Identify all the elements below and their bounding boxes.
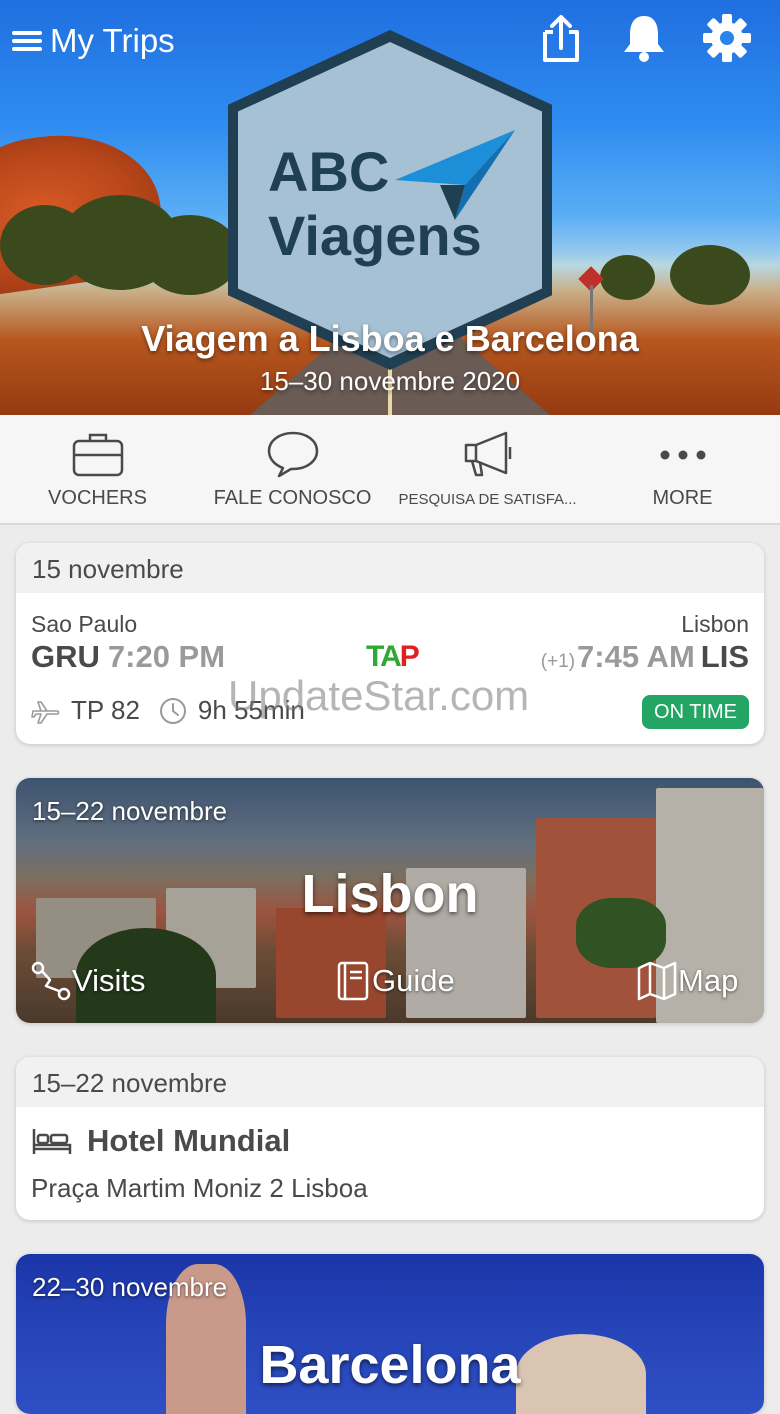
contact-button[interactable]: FALE CONOSCO: [195, 415, 390, 523]
contact-label: FALE CONOSCO: [213, 487, 372, 509]
arrival-code: LIS: [700, 639, 749, 674]
lisbon-name: Lisbon: [301, 864, 479, 924]
flight-duration: 9h 55min: [197, 695, 305, 725]
hotel-name: Hotel Mundial: [87, 1123, 291, 1158]
chat-bubble-icon: [267, 431, 318, 478]
guide-link[interactable]: Guide: [334, 960, 455, 1002]
trip-dates: 15–30 novembre 2020: [259, 366, 521, 396]
survey-button[interactable]: PESQUISA DE SATISFA...: [390, 415, 585, 523]
arrival-city: Lisbon: [681, 611, 749, 637]
action-bar: VOCHERS FALE CONOSCO PESQUISA DE SATISFA…: [0, 415, 780, 525]
status-badge: ON TIME: [642, 695, 749, 729]
airline-logo: TAP: [366, 640, 420, 674]
airline-logo-part-a: TA: [366, 640, 402, 673]
megaphone-icon: [464, 431, 511, 477]
trip-title: Viagem a Lisboa e Barcelona: [141, 318, 639, 359]
arrival-time: 7:45 AM: [577, 639, 695, 674]
briefcase-icon: [72, 433, 123, 477]
departure-info: GRU 7:20 PM: [31, 639, 225, 675]
departure-time: 7:20 PM: [107, 639, 226, 674]
bell-icon[interactable]: [618, 12, 670, 64]
flight-meta: TP 82 9h 55min: [31, 695, 305, 726]
hotel-title: Hotel Mundial: [31, 1123, 290, 1159]
hero-tree: [140, 215, 240, 295]
arrival-info: (+1)7:45 AM LIS: [541, 639, 749, 675]
barcelona-city-card[interactable]: 22–30 novembre Barcelona: [16, 1254, 764, 1414]
survey-label: PESQUISA DE SATISFA...: [398, 491, 577, 508]
bed-icon: [32, 1129, 72, 1154]
airplane-icon: [31, 700, 60, 724]
flight-date: 15 novembre: [16, 543, 764, 593]
share-icon[interactable]: [535, 12, 587, 64]
guide-label: Guide: [372, 963, 455, 998]
airline-logo-part-b: P: [399, 640, 420, 673]
barcelona-date: 22–30 novembre: [32, 1272, 228, 1302]
paper-plane-icon: [395, 130, 515, 220]
more-label: MORE: [652, 487, 713, 509]
map-link[interactable]: Map: [636, 960, 738, 1002]
hotel-date: 15–22 novembre: [16, 1057, 764, 1107]
departure-code: GRU: [31, 639, 100, 674]
menu-button[interactable]: My Trips: [12, 22, 175, 60]
arrival-day-offset: (+1): [540, 651, 576, 672]
hotel-card[interactable]: 15–22 novembre Hotel Mundial Praça Marti…: [16, 1057, 764, 1220]
lisbon-date: 15–22 novembre: [32, 796, 228, 826]
lisbon-city-card[interactable]: 15–22 novembre Lisbon Visits Guide Map: [16, 778, 764, 1023]
gear-icon[interactable]: [701, 12, 753, 64]
trip-hero: ABC Viagens My Trips Viagem a Lisboa e B…: [0, 0, 780, 415]
vouchers-label: VOCHERS: [48, 487, 147, 509]
hamburger-icon: [12, 28, 44, 54]
more-button[interactable]: MORE: [585, 415, 780, 523]
clock-icon: [159, 697, 186, 724]
hero-tree: [670, 245, 750, 305]
flight-number: TP 82: [71, 695, 140, 725]
vouchers-button[interactable]: VOCHERS: [0, 415, 195, 523]
flight-card[interactable]: 15 novembre Sao Paulo Lisbon GRU 7:20 PM …: [16, 543, 764, 744]
map-icon: [637, 961, 677, 1001]
visits-link[interactable]: Visits: [30, 960, 146, 1002]
hotel-address: Praça Martim Moniz 2 Lisboa: [31, 1173, 368, 1203]
menu-title: My Trips: [50, 22, 175, 59]
departure-city: Sao Paulo: [31, 611, 138, 637]
more-dots-icon: [660, 450, 705, 460]
book-icon: [337, 961, 369, 1001]
map-label: Map: [678, 963, 739, 998]
top-bar: My Trips: [0, 0, 780, 80]
visits-label: Visits: [72, 963, 146, 998]
hero-tree: [600, 255, 655, 300]
route-icon: [31, 961, 71, 1001]
